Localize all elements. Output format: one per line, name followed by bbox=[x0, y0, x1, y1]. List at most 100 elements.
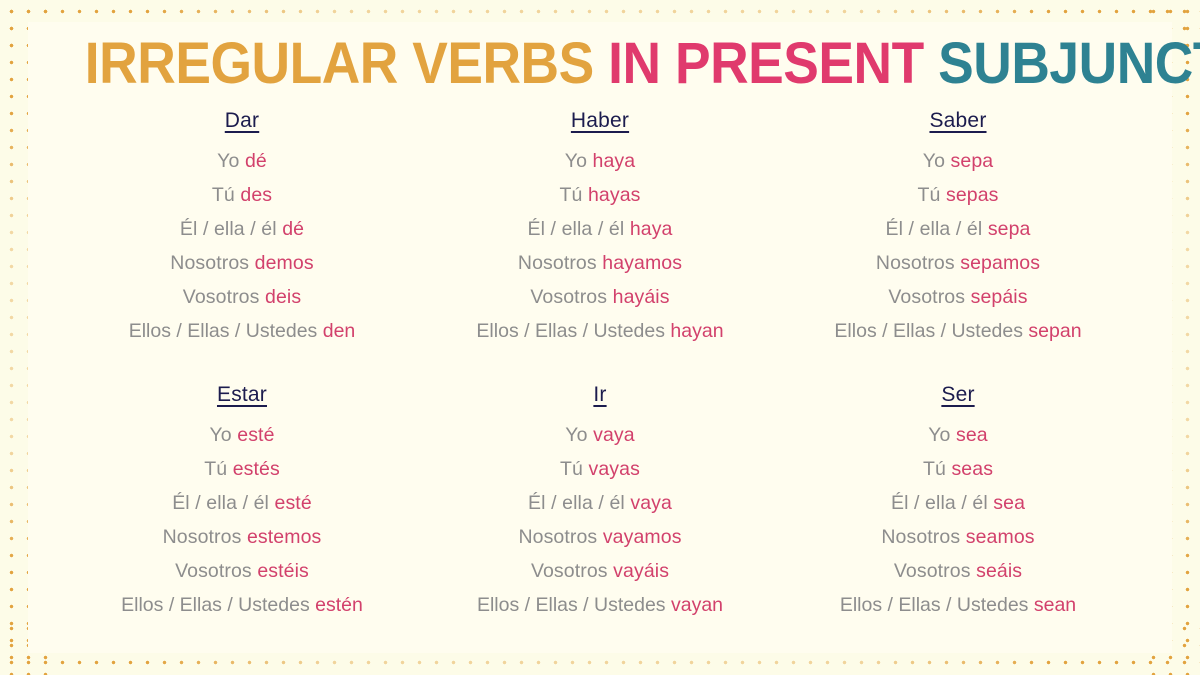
slide-content: IRREGULAR VERBS IN PRESENT SUBJUNCTIVE D… bbox=[0, 0, 1200, 675]
pronoun-label: Yo bbox=[217, 149, 240, 172]
conjugated-form: vayan bbox=[670, 593, 724, 616]
pronoun-label: Nosotros bbox=[518, 525, 598, 548]
pronoun-label: Yo bbox=[922, 149, 946, 172]
conjugation-row: Vosotros hayáis bbox=[530, 281, 669, 315]
conjugated-form: des bbox=[240, 183, 273, 206]
verb-name-heading: Saber bbox=[929, 108, 987, 132]
verb-name-heading: Estar bbox=[216, 382, 267, 406]
title-space-1 bbox=[594, 31, 608, 96]
pronoun-label: Tú bbox=[917, 183, 941, 206]
conjugated-form: sea bbox=[993, 491, 1026, 514]
pronoun-label: Él / ella / él bbox=[890, 491, 988, 514]
conjugation-row: Él / ella / él sepa bbox=[886, 213, 1031, 247]
pronoun-label: Vosotros bbox=[530, 559, 608, 582]
pronoun-label: Ellos / Ellas / Ustedes bbox=[128, 319, 318, 342]
conjugated-form: haya bbox=[629, 217, 673, 240]
conjugated-form: estén bbox=[315, 593, 363, 616]
pronoun-label: Él / ella / él bbox=[527, 217, 625, 240]
conjugated-form: deis bbox=[265, 285, 302, 308]
conjugated-form: hayas bbox=[587, 183, 641, 206]
conjugated-form: estés bbox=[232, 457, 280, 480]
conjugated-form: sepa bbox=[950, 149, 994, 172]
conjugated-form: haya bbox=[592, 149, 636, 172]
pronoun-label: Vosotros bbox=[175, 559, 252, 582]
conjugated-form: vayas bbox=[588, 457, 640, 480]
pronoun-label: Ellos / Ellas / Ustedes bbox=[476, 593, 666, 616]
conjugated-form: sepáis bbox=[970, 285, 1028, 308]
conjugated-form: hayáis bbox=[612, 285, 670, 308]
pronoun-label: Tú bbox=[560, 457, 583, 480]
verb-name-heading: Dar bbox=[224, 108, 260, 132]
conjugated-form: hayamos bbox=[602, 251, 683, 274]
pronoun-label: Tú bbox=[559, 183, 583, 206]
conjugation-row: Él / ella / él dé bbox=[180, 213, 304, 247]
conjugation-row: Vosotros seáis bbox=[894, 555, 1022, 589]
verb-block: Dar Yo dé Tú des Él / ella / él dé Nosotros … bbox=[68, 109, 416, 377]
pronoun-label: Yo bbox=[564, 149, 588, 172]
verb-block: Estar Yo esté Tú estés Él / ella / él esté N… bbox=[68, 383, 416, 651]
title-segment-subjunctive: SUBJUNCTIVE bbox=[938, 31, 1200, 96]
pronoun-label: Yo bbox=[565, 423, 588, 446]
pronoun-label: Ellos / Ellas / Ustedes bbox=[121, 593, 310, 616]
pronoun-label: Él / ella / él bbox=[528, 491, 625, 514]
pronoun-label: Nosotros bbox=[170, 251, 250, 274]
conjugated-form: seáis bbox=[976, 559, 1023, 582]
conjugated-form: den bbox=[322, 319, 356, 342]
conjugation-row: Ellos / Ellas / Ustedes hayan bbox=[476, 315, 723, 349]
conjugated-form: esté bbox=[274, 491, 312, 514]
conjugation-row: Tú estés bbox=[204, 453, 280, 487]
pronoun-label: Tú bbox=[922, 457, 946, 480]
conjugation-row: Yo esté bbox=[209, 419, 274, 453]
pronoun-label: Yo bbox=[209, 423, 232, 446]
conjugation-row: Nosotros vayamos bbox=[518, 521, 681, 555]
title-space-2 bbox=[924, 31, 938, 96]
pronoun-label: Él / ella / él bbox=[179, 217, 277, 240]
conjugation-row: Vosotros deis bbox=[183, 281, 301, 315]
pronoun-label: Vosotros bbox=[893, 559, 971, 582]
conjugation-row: Ellos / Ellas / Ustedes sean bbox=[840, 589, 1076, 623]
conjugated-form: dé bbox=[282, 217, 305, 240]
pronoun-label: Ellos / Ellas / Ustedes bbox=[476, 319, 665, 342]
verb-name-heading: Ser bbox=[941, 382, 975, 406]
conjugation-row: Yo sea bbox=[928, 419, 988, 453]
conjugated-form: vaya bbox=[630, 491, 672, 514]
conjugated-form: sepas bbox=[945, 183, 999, 206]
conjugated-form: sepan bbox=[1028, 319, 1082, 342]
conjugated-form: vaya bbox=[593, 423, 635, 446]
verb-name-heading: Ir bbox=[593, 382, 607, 406]
conjugation-row: Él / ella / él vaya bbox=[528, 487, 672, 521]
pronoun-label: Nosotros bbox=[162, 525, 242, 548]
conjugation-row: Nosotros estemos bbox=[163, 521, 322, 555]
pronoun-label: Tú bbox=[211, 183, 235, 206]
page-title: IRREGULAR VERBS IN PRESENT SUBJUNCTIVE bbox=[84, 0, 1200, 96]
verb-block: Saber Yo sepa Tú sepas Él / ella / él sepa N… bbox=[784, 109, 1132, 377]
conjugation-row: Yo haya bbox=[565, 145, 635, 179]
conjugation-row: Tú vayas bbox=[560, 453, 640, 487]
conjugated-form: seas bbox=[951, 457, 994, 480]
conjugation-row: Ellos / Ellas / Ustedes den bbox=[129, 315, 356, 349]
conjugation-row: Tú des bbox=[212, 179, 272, 213]
conjugation-row: Ellos / Ellas / Ustedes vayan bbox=[477, 589, 723, 623]
conjugation-row: Vosotros vayáis bbox=[531, 555, 669, 589]
title-segment-irregular-verbs: IRREGULAR VERBS bbox=[84, 31, 594, 96]
pronoun-label: Nosotros bbox=[881, 525, 961, 548]
conjugation-row: Tú hayas bbox=[559, 179, 640, 213]
pronoun-label: Yo bbox=[928, 423, 951, 446]
verb-conjugation-grid: Dar Yo dé Tú des Él / ella / él dé Nosotros … bbox=[40, 95, 1160, 675]
conjugation-row: Ellos / Ellas / Ustedes estén bbox=[121, 589, 363, 623]
conjugated-form: seamos bbox=[965, 525, 1035, 548]
verb-block: Ser Yo sea Tú seas Él / ella / él sea Nosotr… bbox=[784, 383, 1132, 651]
pronoun-label: Él / ella / él bbox=[172, 491, 269, 514]
conjugation-row: Tú sepas bbox=[917, 179, 998, 213]
conjugated-form: estéis bbox=[257, 559, 309, 582]
verb-block: Haber Yo haya Tú hayas Él / ella / él haya N… bbox=[426, 109, 774, 377]
conjugated-form: estemos bbox=[246, 525, 322, 548]
conjugation-row: Nosotros hayamos bbox=[518, 247, 682, 281]
conjugation-row: Él / ella / él sea bbox=[891, 487, 1025, 521]
conjugated-form: esté bbox=[237, 423, 275, 446]
conjugated-form: sean bbox=[1033, 593, 1077, 616]
pronoun-label: Nosotros bbox=[875, 251, 955, 274]
verb-name-heading: Haber bbox=[570, 108, 630, 132]
verb-block: Ir Yo vaya Tú vayas Él / ella / él vaya Noso… bbox=[426, 383, 774, 651]
conjugated-form: dé bbox=[244, 149, 267, 172]
